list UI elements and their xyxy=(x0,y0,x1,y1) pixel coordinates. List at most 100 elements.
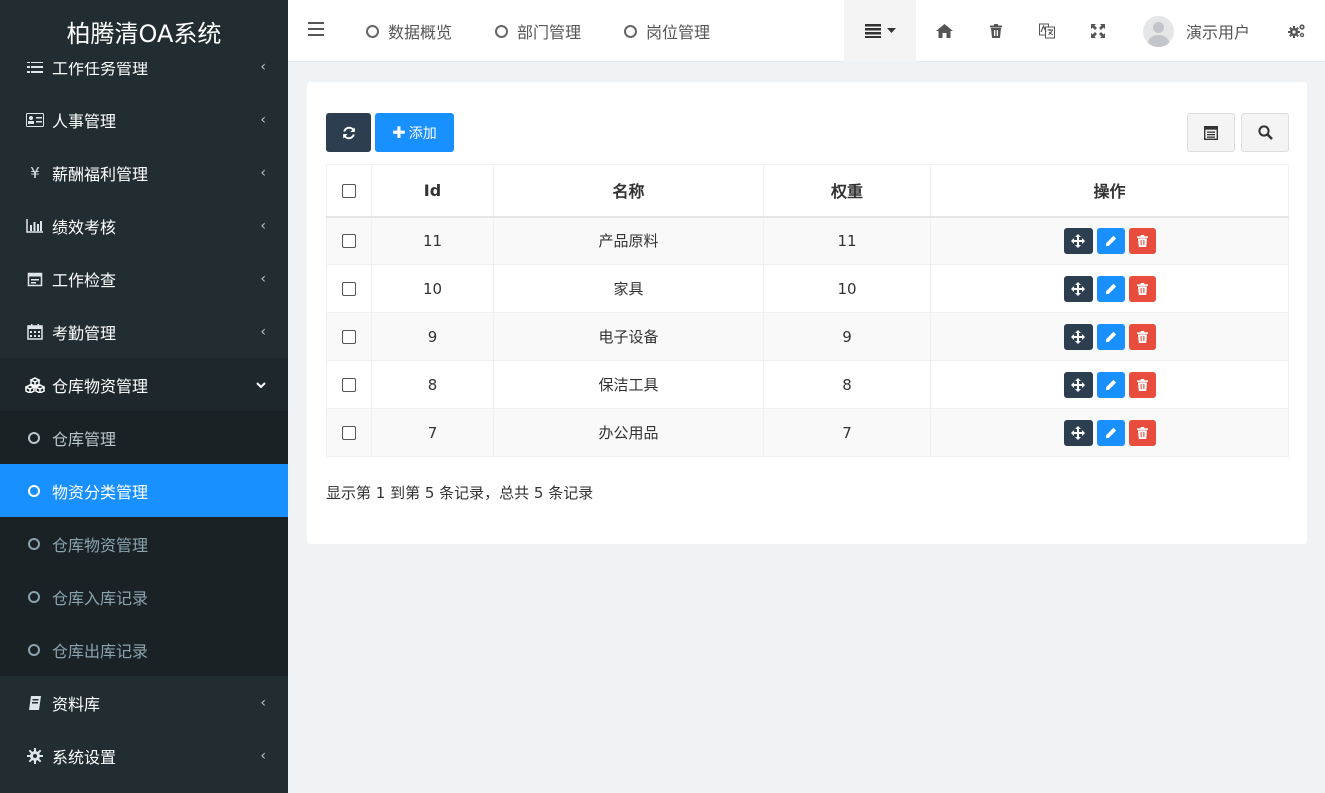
sidebar-subitem-label: 物资分类管理 xyxy=(52,482,149,502)
circle-icon xyxy=(495,24,508,38)
edit-button[interactable] xyxy=(1096,275,1125,302)
chevron-down-icon xyxy=(256,377,266,393)
move-icon xyxy=(1071,233,1085,248)
sidebar-item-warehouse[interactable]: 仓库物资管理 xyxy=(0,358,288,411)
move-button[interactable] xyxy=(1063,371,1093,398)
fullscreen-icon[interactable] xyxy=(1088,0,1108,62)
row-checkbox[interactable] xyxy=(342,426,356,440)
warehouse-submenu: 仓库管理 物资分类管理 仓库物资管理 仓库入库记录 仓库出库记录 xyxy=(0,411,288,676)
sidebar-subitem-category[interactable]: 物资分类管理 xyxy=(0,464,288,517)
tab-department[interactable]: 部门管理 xyxy=(495,0,581,62)
settings-gears-icon[interactable] xyxy=(1286,0,1308,62)
move-button[interactable] xyxy=(1063,419,1093,446)
name-cell: 产品原料 xyxy=(493,216,764,265)
name-cell: 保洁工具 xyxy=(493,360,764,409)
column-header[interactable]: Id xyxy=(371,164,494,218)
column-header[interactable]: 权重 xyxy=(763,164,931,218)
user-menu[interactable]: 演示用户 xyxy=(1143,0,1250,62)
search-button[interactable] xyxy=(1241,113,1289,152)
trash-icon xyxy=(1136,378,1148,391)
move-button[interactable] xyxy=(1063,323,1093,350)
sidebar-subitem-warehouse[interactable]: 仓库管理 xyxy=(0,411,288,464)
select-all-checkbox[interactable] xyxy=(342,184,356,199)
name-cell: 家具 xyxy=(493,264,764,313)
translate-icon[interactable] xyxy=(1036,0,1058,62)
trash-icon[interactable] xyxy=(986,0,1006,62)
sidebar-subitem-label: 仓库管理 xyxy=(52,429,117,449)
weight-cell: 10 xyxy=(763,264,931,313)
actions-cell xyxy=(930,216,1289,265)
delete-button[interactable] xyxy=(1128,275,1156,302)
move-icon xyxy=(1071,425,1085,440)
circle-icon xyxy=(28,484,40,497)
refresh-button[interactable] xyxy=(326,113,371,152)
sidebar-item-library[interactable]: 资料库 ‹ xyxy=(0,676,288,729)
sidebar-subitem-label: 仓库物资管理 xyxy=(52,535,149,555)
sidebar-item-hr[interactable]: 人事管理 ‹ xyxy=(0,93,288,146)
column-header[interactable]: 名称 xyxy=(493,164,764,218)
chevron-left-icon: ‹ xyxy=(260,270,266,287)
actions-cell xyxy=(930,312,1289,361)
sidebar-item-attendance[interactable]: 考勤管理 ‹ xyxy=(0,305,288,358)
row-checkbox[interactable] xyxy=(342,282,356,296)
table-row: 9 电子设备 9 xyxy=(326,312,1289,361)
row-checkbox[interactable] xyxy=(342,330,356,344)
sidebar-subitem-inbound[interactable]: 仓库入库记录 xyxy=(0,570,288,623)
sidebar-item-salary[interactable]: ¥ 薪酬福利管理 ‹ xyxy=(0,146,288,199)
sidebar-item-label: 绩效考核 xyxy=(52,217,117,237)
id-card-icon xyxy=(25,112,45,128)
sidebar: 柏腾清OA系统 工作任务管理 ‹ 人事管理 ‹ ¥ 薪酬福利管理 ‹ 绩效考核 xyxy=(0,0,288,793)
sidebar-item-settings[interactable]: 系统设置 ‹ xyxy=(0,729,288,782)
id-cell: 8 xyxy=(371,360,494,409)
tab-label: 数据概览 xyxy=(388,23,453,42)
content-panel: ✚ 添加 Id 名称 权重 操作 11 产品原料 11 10 家具 10 9 电… xyxy=(307,82,1307,544)
row-select-cell xyxy=(326,360,372,409)
add-button[interactable]: ✚ 添加 xyxy=(375,113,454,152)
columns-toggle-button[interactable] xyxy=(1187,113,1235,152)
tab-data-overview[interactable]: 数据概览 xyxy=(366,0,452,62)
move-button[interactable] xyxy=(1063,227,1093,254)
sidebar-item-label: 工作检查 xyxy=(52,270,117,290)
pencil-icon xyxy=(1105,427,1116,438)
circle-icon xyxy=(366,24,379,38)
pencil-icon xyxy=(1105,283,1116,294)
edit-button[interactable] xyxy=(1096,371,1125,398)
row-checkbox[interactable] xyxy=(342,378,356,392)
home-icon[interactable] xyxy=(933,0,955,62)
column-header: 操作 xyxy=(930,164,1289,218)
actions-cell xyxy=(930,408,1289,457)
edit-button[interactable] xyxy=(1096,227,1125,254)
edit-button[interactable] xyxy=(1096,419,1125,446)
pagination-summary: 显示第 1 到第 5 条记录，总共 5 条记录 xyxy=(326,484,594,502)
id-cell: 9 xyxy=(371,312,494,361)
sidebar-item-label: 考勤管理 xyxy=(52,323,117,343)
book-icon xyxy=(25,695,45,711)
circle-icon xyxy=(28,537,40,550)
yen-icon: ¥ xyxy=(30,163,40,182)
edit-button[interactable] xyxy=(1096,323,1125,350)
sidebar-item-performance[interactable]: 绩效考核 ‹ xyxy=(0,199,288,252)
table-header-row: Id 名称 权重 操作 xyxy=(326,164,1289,218)
sidebar-subitem-materials[interactable]: 仓库物资管理 xyxy=(0,517,288,570)
circle-icon xyxy=(28,643,40,656)
tab-position[interactable]: 岗位管理 xyxy=(624,0,710,62)
tab-menu-dropdown[interactable] xyxy=(844,0,916,62)
delete-button[interactable] xyxy=(1128,419,1156,446)
sidebar-item-label: 人事管理 xyxy=(52,111,117,131)
avatar xyxy=(1143,15,1174,47)
sidebar-subitem-outbound[interactable]: 仓库出库记录 xyxy=(0,623,288,676)
app-title: 柏腾清OA系统 xyxy=(0,0,288,62)
delete-button[interactable] xyxy=(1128,227,1156,254)
row-checkbox[interactable] xyxy=(342,234,356,249)
chevron-left-icon: ‹ xyxy=(260,747,266,764)
id-cell: 7 xyxy=(371,408,494,457)
list-icon xyxy=(864,24,881,38)
hamburger-icon[interactable] xyxy=(308,22,324,36)
sidebar-item-inspection[interactable]: 工作检查 ‹ xyxy=(0,252,288,305)
move-icon xyxy=(1071,377,1085,392)
delete-button[interactable] xyxy=(1128,323,1156,350)
pencil-icon xyxy=(1105,331,1116,342)
row-select-cell xyxy=(326,312,372,361)
delete-button[interactable] xyxy=(1128,371,1156,398)
move-button[interactable] xyxy=(1063,275,1093,302)
